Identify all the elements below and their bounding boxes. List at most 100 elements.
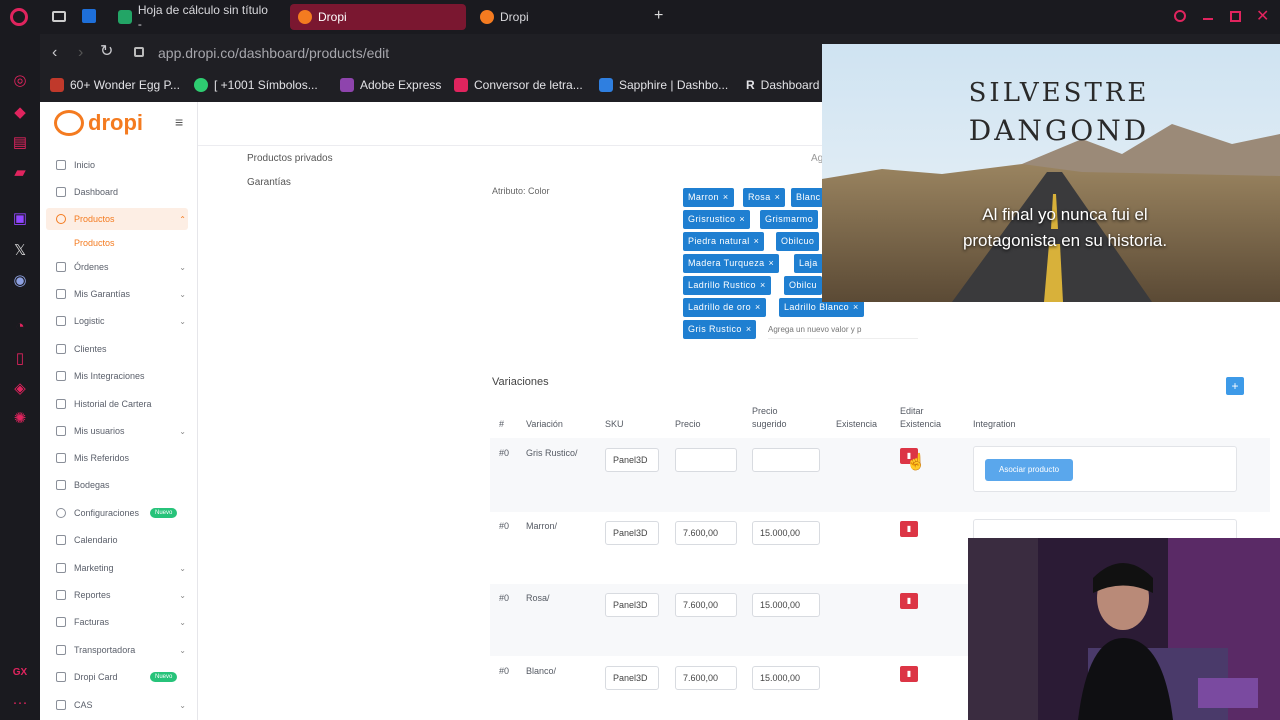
- tag-chip[interactable]: Blanc: [791, 188, 826, 207]
- tab-dropi-active[interactable]: Dropi: [290, 4, 466, 30]
- tag-chip[interactable]: Obilcu: [784, 276, 822, 295]
- bookmark-item[interactable]: Sapphire | Dashbo...: [599, 78, 728, 92]
- bookmark-item[interactable]: Adobe Express: [340, 78, 441, 92]
- sidebar-item-marketing[interactable]: Marketing ⌄: [56, 563, 186, 573]
- price-input[interactable]: 7.600,00: [675, 593, 737, 617]
- trello-icon[interactable]: [82, 9, 96, 23]
- forward-icon[interactable]: ›: [78, 44, 83, 62]
- search-icon[interactable]: [1174, 10, 1186, 22]
- crypto-wallet-icon[interactable]: ◆: [11, 104, 29, 122]
- sidebar-item-cartera[interactable]: Historial de Cartera: [56, 399, 186, 409]
- remove-tag-icon[interactable]: ×: [755, 302, 761, 312]
- bookmark-item[interactable]: R Dashboard: [746, 78, 819, 92]
- opera-logo-icon[interactable]: [10, 8, 28, 26]
- bookmark-item[interactable]: 60+ Wonder Egg P...: [50, 78, 180, 92]
- variations-title: Variaciones: [492, 376, 549, 388]
- delete-button[interactable]: ▮: [900, 666, 918, 682]
- delete-button[interactable]: ▮: [900, 593, 918, 609]
- minimize-icon[interactable]: [1203, 18, 1213, 20]
- sidebar-item-integraciones[interactable]: Mis Integraciones: [56, 371, 186, 381]
- price-input[interactable]: 7.600,00: [675, 666, 737, 690]
- sidebar-item-reportes[interactable]: Reportes ⌄: [56, 590, 186, 600]
- tag-chip[interactable]: Ladrillo de oro ×: [683, 298, 766, 317]
- sidebar-subitem-productos[interactable]: Productos: [74, 238, 204, 248]
- tag-new-value-input[interactable]: [768, 320, 918, 339]
- sku-input[interactable]: Panel3D: [605, 521, 659, 545]
- url-field[interactable]: app.dropi.co/dashboard/products/edit: [158, 45, 389, 61]
- tag-chip[interactable]: Madera Turqueza ×: [683, 254, 780, 273]
- tag-chip[interactable]: Piedra natural ×: [683, 232, 765, 251]
- sidebar-item-referidos[interactable]: Mis Referidos: [56, 453, 186, 463]
- dropi-logo[interactable]: dropi: [54, 110, 143, 136]
- history-icon[interactable]: ◔: [11, 318, 29, 336]
- price-input[interactable]: [675, 448, 737, 472]
- twitch-icon[interactable]: ▣: [11, 210, 29, 228]
- tab-sheets[interactable]: Hoja de cálculo sin título -: [110, 3, 282, 31]
- price-input[interactable]: 7.600,00: [675, 521, 737, 545]
- remove-tag-icon[interactable]: ×: [746, 324, 752, 334]
- tag-chip[interactable]: Marron ×: [683, 188, 734, 207]
- tag-chip[interactable]: Laja: [794, 254, 823, 273]
- maximize-icon[interactable]: [1230, 11, 1241, 22]
- bookmark-item[interactable]: [ +1001 Símbolos...: [194, 78, 318, 92]
- remove-tag-icon[interactable]: ×: [775, 192, 781, 202]
- back-icon[interactable]: ‹: [52, 44, 57, 62]
- hamburger-icon[interactable]: ≡: [175, 114, 183, 130]
- associate-product-button[interactable]: Asociar producto: [985, 459, 1073, 481]
- tag-chip[interactable]: Grisrustico ×: [683, 210, 751, 229]
- sidebar-item-dropi-card[interactable]: Dropi Card Nuevo: [56, 672, 186, 682]
- remove-tag-icon[interactable]: ×: [754, 236, 760, 246]
- bookmark-item[interactable]: Conversor de letra...: [454, 78, 583, 92]
- sidebar-item-logistic[interactable]: Logistic ⌄: [56, 316, 186, 326]
- bag-icon[interactable]: ▰: [11, 164, 29, 182]
- sidebar-item-dashboard[interactable]: Dashboard: [56, 187, 186, 197]
- close-icon[interactable]: ✕: [1256, 6, 1269, 26]
- sidebar-item-facturas[interactable]: Facturas ⌄: [56, 617, 186, 627]
- suggested-price-input[interactable]: 15.000,00: [752, 593, 820, 617]
- tag-chip[interactable]: Rosa ×: [743, 188, 786, 207]
- suggested-price-input[interactable]: 15.000,00: [752, 521, 820, 545]
- sidebar-item-garantias[interactable]: Mis Garantías ⌄: [56, 289, 186, 299]
- sidebar-item-ordenes[interactable]: Órdenes ⌄: [56, 262, 186, 272]
- remove-tag-icon[interactable]: ×: [760, 280, 766, 290]
- menu-link-garantias[interactable]: Garantías: [247, 177, 291, 188]
- diamond-icon[interactable]: ◈: [11, 380, 29, 398]
- suggested-price-input[interactable]: 15.000,00: [752, 666, 820, 690]
- sidebar-item-configuraciones[interactable]: Configuraciones Nuevo: [56, 508, 186, 518]
- player-icon[interactable]: ▤: [11, 134, 29, 152]
- remove-tag-icon[interactable]: ×: [853, 302, 859, 312]
- sku-input[interactable]: Panel3D: [605, 593, 659, 617]
- sku-input[interactable]: Panel3D: [605, 666, 659, 690]
- new-tab-button[interactable]: +: [654, 7, 663, 25]
- remove-tag-icon[interactable]: ×: [739, 214, 745, 224]
- discord-icon[interactable]: ◉: [11, 272, 29, 290]
- sidebar-item-transportadora[interactable]: Transportadora ⌄: [56, 645, 186, 655]
- gx-icon[interactable]: GX: [11, 664, 29, 682]
- remove-tag-icon[interactable]: ×: [769, 258, 775, 268]
- tab-switcher-icon[interactable]: [52, 11, 66, 22]
- sidebar-item-bodegas[interactable]: Bodegas: [56, 480, 186, 490]
- sidebar-item-inicio[interactable]: Inicio: [56, 160, 186, 170]
- reload-icon[interactable]: ↻: [100, 43, 113, 61]
- sidebar-item-calendario[interactable]: Calendario: [56, 535, 186, 545]
- tag-chip[interactable]: Obilcuo: [776, 232, 820, 251]
- tab-dropi[interactable]: Dropi: [472, 4, 642, 30]
- settings-icon[interactable]: ✺: [11, 410, 29, 428]
- sidebar-item-clientes[interactable]: Clientes: [56, 344, 186, 354]
- suggested-price-input[interactable]: [752, 448, 820, 472]
- phone-icon[interactable]: ▯: [11, 350, 29, 368]
- x-icon[interactable]: 𝕏: [11, 242, 29, 260]
- add-variation-button[interactable]: +: [1226, 377, 1244, 395]
- remove-tag-icon[interactable]: ×: [723, 192, 729, 202]
- more-icon[interactable]: ···: [11, 694, 29, 712]
- tag-chip[interactable]: Ladrillo Rustico ×: [683, 276, 771, 295]
- sku-input[interactable]: Panel3D: [605, 448, 659, 472]
- sidebar-item-cas[interactable]: CAS ⌄: [56, 700, 186, 710]
- aria-icon[interactable]: ◎: [11, 72, 29, 90]
- sidebar-item-productos[interactable]: Productos ⌃: [56, 214, 186, 224]
- sidebar-item-usuarios[interactable]: Mis usuarios ⌄: [56, 426, 186, 436]
- delete-button[interactable]: ▮: [900, 521, 918, 537]
- tag-chip[interactable]: Grismarmo: [760, 210, 819, 229]
- tag-chip[interactable]: Gris Rustico ×: [683, 320, 757, 339]
- menu-link-productos-privados[interactable]: Productos privados: [247, 153, 333, 164]
